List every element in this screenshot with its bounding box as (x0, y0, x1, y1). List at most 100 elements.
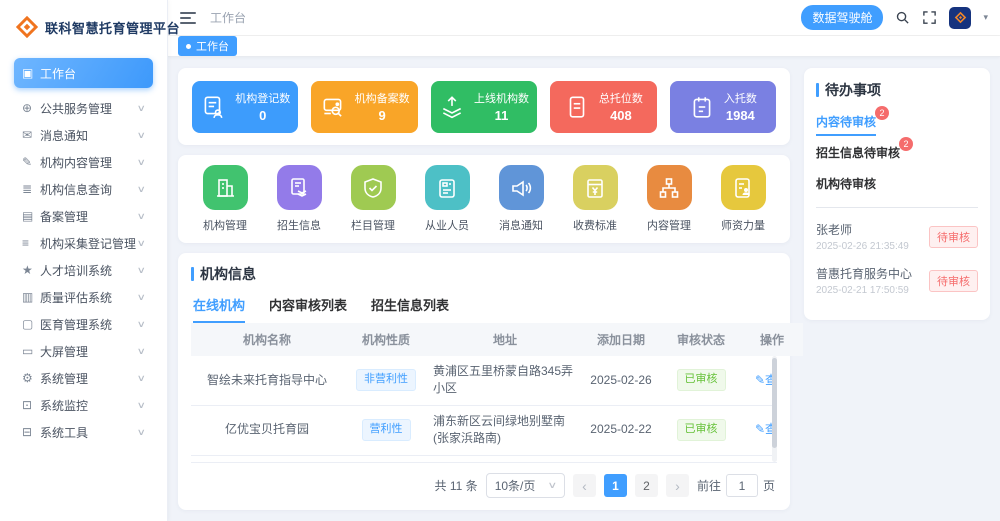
quick-link-enrollment-info[interactable]: 招生信息 (277, 165, 322, 233)
sidebar-item-talent-training[interactable]: ★ 人才培训系统 ∨ (14, 258, 153, 282)
left-column: 机构登记数 0 机构备案数 9 (178, 68, 790, 510)
title-bar-accent (191, 267, 194, 281)
sidebar-item-org-collect-register[interactable]: ≡ 机构采集登记管理 ∨ (14, 231, 153, 255)
stat-card-enrolled[interactable]: 入托数 1984 (670, 81, 776, 133)
sidebar-item-medical-care[interactable]: ▢ 医育管理系统 ∨ (14, 312, 153, 336)
tab-org-pending[interactable]: 机构待审核 (816, 175, 876, 198)
tab-content-review-list[interactable]: 内容审核列表 (269, 295, 347, 323)
list-item[interactable]: 张老师 2025-02-26 21:35:49 待审核 (816, 221, 978, 252)
sidebar-item-public-service[interactable]: ⊕ 公共服务管理 ∨ (14, 96, 153, 120)
sidebar-item-workbench[interactable]: ▣ 工作台 (14, 58, 153, 88)
gear-icon: ⚙ (22, 371, 40, 385)
page-button-1[interactable]: 1 (604, 474, 627, 497)
stat-card-filed[interactable]: 机构备案数 9 (311, 81, 417, 133)
tab-enrollment-info-list[interactable]: 招生信息列表 (371, 295, 449, 323)
tab-online-orgs[interactable]: 在线机构 (193, 295, 245, 323)
stats-panel: 机构登记数 0 机构备案数 9 (178, 68, 790, 145)
topbar-actions: 数据驾驶舱 ▾ (801, 5, 988, 30)
clipboard-icon (689, 94, 715, 120)
title-bar-accent (816, 83, 819, 97)
list-icon: ≣ (22, 182, 40, 196)
data-cockpit-button[interactable]: 数据驾驶舱 (801, 5, 883, 30)
brand-diamond-icon (16, 16, 38, 38)
quick-link-org-mgmt[interactable]: 机构管理 (203, 165, 248, 233)
app-title: 联科智慧托育管理平台 (45, 18, 180, 37)
badge-count: 2 (875, 106, 889, 120)
pagination-total: 共 11 条 (435, 477, 478, 494)
chevron-down-icon: ∨ (137, 130, 146, 141)
sidebar-item-system-mgmt[interactable]: ⚙ 系统管理 ∨ (14, 366, 153, 390)
tag-bar: 工作台 (168, 36, 1000, 57)
chevron-down-icon: ∨ (137, 400, 146, 411)
quick-link-fee-standard[interactable]: 收费标准 (573, 165, 618, 233)
sidebar-item-org-info-query[interactable]: ≣ 机构信息查询 ∨ (14, 177, 153, 201)
chevron-down-icon: ∨ (548, 480, 558, 491)
fullscreen-icon[interactable] (922, 10, 937, 25)
chevron-down-icon: ∨ (137, 238, 146, 249)
edit-icon: ✎ (22, 155, 40, 169)
sidebar-item-system-monitor[interactable]: ⊡ 系统监控 ∨ (14, 393, 153, 417)
topbar: 工作台 数据驾驶舱 ▾ (168, 0, 1000, 36)
quick-link-message-notice[interactable]: 消息通知 (499, 165, 544, 233)
sidebar-item-big-screen[interactable]: ▭ 大屏管理 ∨ (14, 339, 153, 363)
megaphone-icon (499, 165, 544, 210)
building-icon (203, 165, 248, 210)
goto-page-input[interactable] (726, 474, 758, 497)
main-area: 工作台 数据驾驶舱 ▾ (168, 0, 1000, 521)
chevron-down-icon[interactable]: ▾ (983, 12, 988, 23)
quick-link-content-mgmt[interactable]: 内容管理 (647, 165, 692, 233)
collapse-menu-icon[interactable] (180, 12, 196, 24)
badge-count: 2 (899, 137, 913, 151)
stat-card-registered[interactable]: 机构登记数 0 (192, 81, 298, 133)
archive-icon: ▤ (22, 209, 40, 223)
quick-link-column-mgmt[interactable]: 栏目管理 (351, 165, 396, 233)
stat-value: 1984 (726, 108, 755, 123)
document-icon (564, 94, 590, 120)
page-size-select[interactable]: 10条/页 ∨ (486, 473, 565, 498)
stat-card-online[interactable]: 上线机构数 11 (431, 81, 537, 133)
person-doc-icon (721, 165, 766, 210)
doc-icon: ▥ (22, 290, 40, 304)
sidebar-item-quality-eval[interactable]: ▥ 质量评估系统 ∨ (14, 285, 153, 309)
table-row[interactable]: 智绘未来托育指导中心 非营利性 黄浦区五里桥蒙自路345弄小区 2025-02-… (191, 356, 777, 405)
next-page-button[interactable]: › (666, 474, 689, 497)
chevron-down-icon: ∨ (137, 292, 146, 303)
chevron-down-icon: ∨ (137, 211, 146, 222)
sidebar-item-system-tools[interactable]: ⊟ 系统工具 ∨ (14, 420, 153, 444)
page-button-2[interactable]: 2 (635, 474, 658, 497)
sidebar-item-org-content[interactable]: ✎ 机构内容管理 ∨ (14, 150, 153, 174)
todo-title: 待办事项 (816, 80, 978, 100)
tag-workbench[interactable]: 工作台 (178, 36, 237, 56)
table-row[interactable]: 亿优宝贝托育园 营利性 浦东新区云间绿地别墅南(张家浜路南) 2025-02-2… (191, 405, 777, 455)
table-scrollbar[interactable] (772, 356, 777, 462)
prev-page-button[interactable]: ‹ (573, 474, 596, 497)
quick-link-practitioners[interactable]: 从业人员 (425, 165, 470, 233)
stat-card-total-slots[interactable]: 总托位数 408 (550, 81, 656, 133)
chevron-down-icon: ∨ (137, 184, 146, 195)
stat-value: 0 (259, 108, 266, 123)
right-column: 待办事项 内容待审核 2 招生信息待审核 2 机构待审核 (804, 68, 990, 510)
quick-link-teacher-resources[interactable]: 师资力量 (721, 165, 766, 233)
monitor-icon: ⊡ (22, 398, 40, 412)
search-icon[interactable] (895, 10, 910, 25)
table-row[interactable]: 丹尼尔托育中心（优贝佳） 营利性 浦东新区陆家嘴未来资产大厦(陆家嘴环路) 20… (191, 455, 777, 463)
pending-badge: 待审核 (929, 270, 978, 292)
sidebar-item-message-notice[interactable]: ✉ 消息通知 ∨ (14, 123, 153, 147)
org-table-header: 机构名称 机构性质 地址 添加日期 审核状态 操作 (191, 323, 803, 356)
star-icon: ★ (22, 263, 40, 277)
chevron-down-icon: ∨ (137, 319, 146, 330)
globe-icon: ⊕ (22, 101, 40, 115)
stat-value: 11 (495, 108, 509, 123)
avatar[interactable] (949, 7, 971, 29)
logo: 联科智慧托育管理平台 (0, 0, 167, 52)
content: 机构登记数 0 机构备案数 9 (168, 57, 1000, 521)
org-info-title: 机构信息 (191, 264, 777, 284)
org-info-tabs: 在线机构 内容审核列表 招生信息列表 (193, 295, 777, 323)
sidebar-item-filing-mgmt[interactable]: ▤ 备案管理 ∨ (14, 204, 153, 228)
tab-content-pending[interactable]: 内容待审核 2 (816, 113, 876, 136)
quick-links-panel: 机构管理 招生信息 栏目管理 (178, 155, 790, 243)
list-item[interactable]: 普惠托育服务中心 2025-02-21 17:50:59 待审核 (816, 265, 978, 296)
chevron-down-icon: ∨ (137, 157, 146, 168)
org-table-body: 智绘未来托育指导中心 非营利性 黄浦区五里桥蒙自路345弄小区 2025-02-… (191, 356, 777, 463)
tab-enrollment-pending[interactable]: 招生信息待审核 2 (816, 144, 900, 167)
